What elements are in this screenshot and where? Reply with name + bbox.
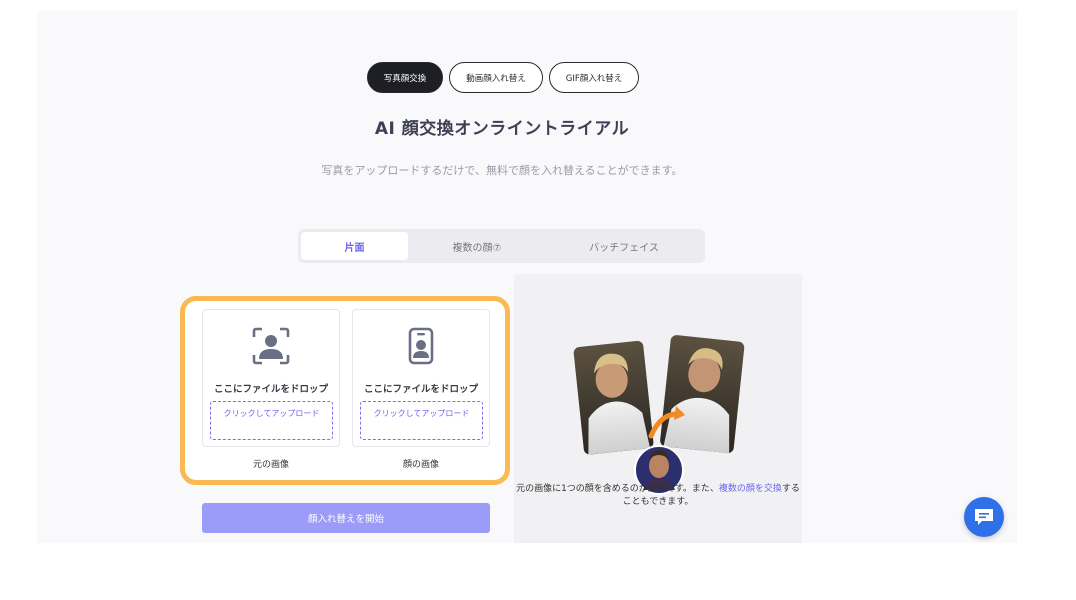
tab-single-face[interactable]: 片面 xyxy=(301,232,408,260)
chat-bubble-icon xyxy=(975,509,993,525)
multiple-faces-link[interactable]: 複数の顔を交換 xyxy=(719,484,782,494)
face-drop-text: ここにファイルをドロップ xyxy=(363,384,478,395)
face-image-caption: 顔の画像 xyxy=(402,460,439,470)
preview-tip-text: 元の画像に1つの顔を含めるのが最善です。また、複数の顔を交換することもできます。 xyxy=(514,483,802,509)
face-mode-tabs: 片面 複数の顔⑦ バッチフェイス xyxy=(298,229,705,263)
face-upload-button[interactable]: クリックしてアップロード xyxy=(360,401,483,440)
tab-video-face-swap[interactable]: 動画顔入れ替え xyxy=(449,62,543,93)
tab-gif-face-swap[interactable]: GIF顔入れ替え xyxy=(549,62,639,93)
source-image-caption: 元の画像 xyxy=(252,460,289,470)
tab-batch-face[interactable]: バッチフェイス xyxy=(546,232,702,260)
page-title: AI 顔交換オンライントライアル xyxy=(374,119,630,139)
upload-area: ここにファイルをドロップ クリックしてアップロード ここにファイルをドロップ ク… xyxy=(180,296,510,485)
preview-panel: 元の画像に1つの顔を含めるのが最善です。また、複数の顔を交換することもできます。 xyxy=(514,274,802,543)
chat-support-button[interactable] xyxy=(964,497,1004,537)
tab-multiple-faces[interactable]: 複数の顔⑦ xyxy=(408,232,546,260)
source-image-dropzone[interactable]: ここにファイルをドロップ クリックしてアップロード xyxy=(202,309,340,447)
preview-tip-before: 元の画像に1つの顔を含めるのが最善です。また、 xyxy=(516,484,719,494)
start-face-swap-button[interactable]: 顔入れ替えを開始 xyxy=(202,503,490,533)
source-upload-button[interactable]: クリックしてアップロード xyxy=(210,401,333,440)
face-image-dropzone[interactable]: ここにファイルをドロップ クリックしてアップロード xyxy=(352,309,490,447)
tab-photo-face-swap[interactable]: 写真顔交換 xyxy=(367,62,443,93)
id-card-icon xyxy=(408,327,434,365)
page-subtitle: 写真をアップロードするだけで、無料で顔を入れ替えることができます。 xyxy=(321,164,683,177)
source-drop-text: ここにファイルをドロップ xyxy=(213,384,328,395)
mode-tabs: 写真顔交換 動画顔入れ替え GIF顔入れ替え xyxy=(367,62,639,93)
face-swap-example-image xyxy=(573,335,745,495)
person-frame-icon xyxy=(252,327,290,365)
